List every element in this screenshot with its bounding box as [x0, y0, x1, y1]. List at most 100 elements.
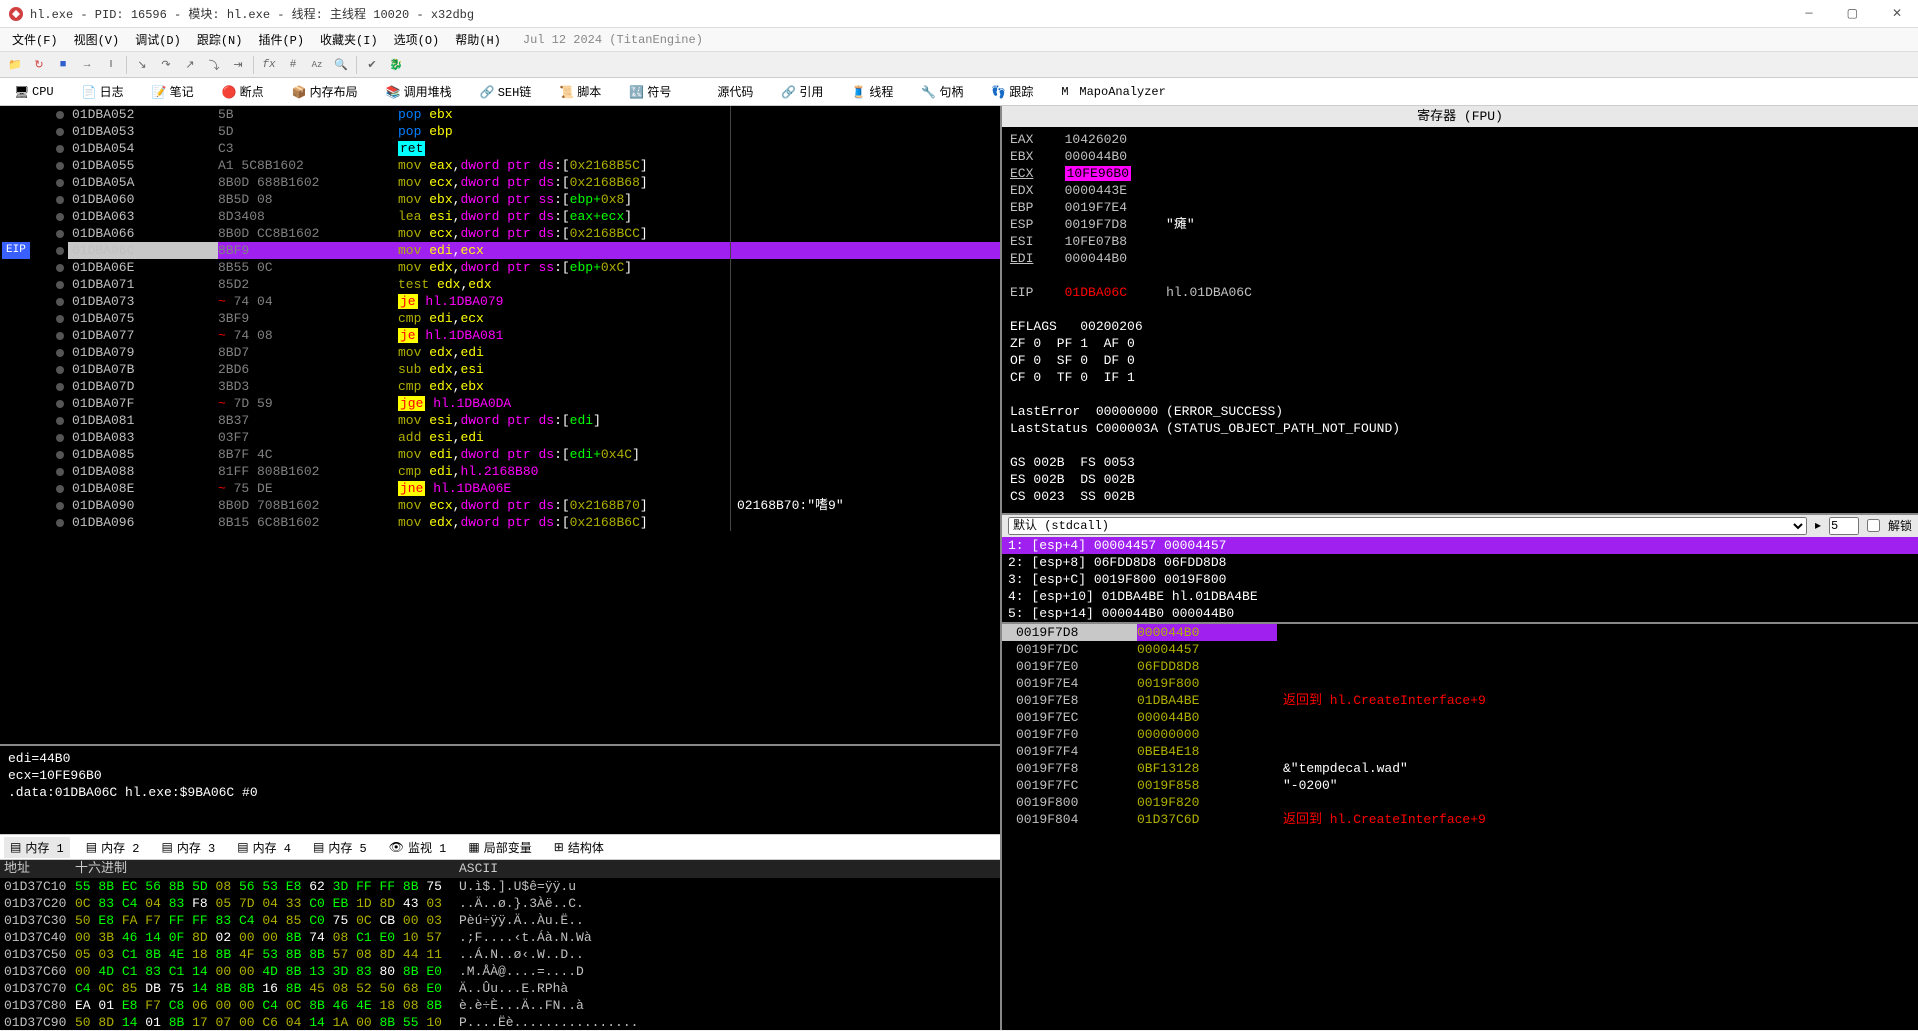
breakpoint-dot[interactable] — [56, 434, 64, 442]
disasm-row[interactable]: 01DBA0638D3408lea esi,dword ptr ds:[eax+… — [0, 208, 1000, 225]
breakpoint-dot[interactable] — [56, 298, 64, 306]
tab-1[interactable]: 📄日志 — [72, 80, 134, 103]
hex-row[interactable]: 01D37C3050 E8 FA F7 FF FF 83 C4 04 85 C0… — [0, 912, 1000, 929]
disasm-row[interactable]: 01DBA07F~ 7D 59jge hl.1DBA0DA — [0, 395, 1000, 412]
registers-panel[interactable]: 寄存器 (FPU) EAX 10426020EBX 000044B0ECX 10… — [1002, 106, 1918, 513]
register-row[interactable]: EDI 000044B0 — [1010, 250, 1910, 267]
stop-icon[interactable]: ■ — [52, 54, 74, 76]
arg-row[interactable]: 2: [esp+8] 06FDD8D8 06FDD8D8 — [1002, 554, 1918, 571]
disasm-row[interactable]: 01DBA054C3ret — [0, 140, 1000, 157]
hex-row[interactable]: 01D37C70C4 0C 85 DB 75 14 8B 8B 16 8B 45… — [0, 980, 1000, 997]
breakpoint-dot[interactable] — [56, 451, 64, 459]
menu-文件(F)[interactable]: 文件(F) — [6, 29, 64, 50]
menu-插件(P)[interactable]: 插件(P) — [252, 29, 310, 50]
disasm-row[interactable]: 01DBA07185D2test edx,edx — [0, 276, 1000, 293]
settings-icon[interactable]: ✔ — [361, 54, 383, 76]
arg-row[interactable]: 5: [esp+14] 000044B0 000044B0 — [1002, 605, 1918, 622]
breakpoint-dot[interactable] — [56, 349, 64, 357]
disasm-row[interactable]: 01DBA0668B0D CC8B1602mov ecx,dword ptr d… — [0, 225, 1000, 242]
step-icon[interactable]: ⤵ — [203, 54, 225, 76]
open-icon[interactable]: 📁 — [4, 54, 26, 76]
hex-dump[interactable]: 地址 十六进制 ASCII 01D37C1055 8B EC 56 8B 5D … — [0, 860, 1000, 1030]
menu-选项(O)[interactable]: 选项(O) — [388, 29, 446, 50]
disasm-row[interactable]: 01DBA0535Dpop ebp — [0, 123, 1000, 140]
stack-row[interactable]: 0019F7E801DBA4BE返回到 hl.CreateInterface+9 — [1002, 692, 1918, 709]
register-row[interactable]: EAX 10426020 — [1010, 131, 1910, 148]
tab-9[interactable]: 源代码 — [689, 80, 763, 103]
hex-row[interactable]: 01D37C9050 8D 14 01 8B 17 07 00 C6 04 14… — [0, 1014, 1000, 1031]
breakpoint-dot[interactable] — [56, 315, 64, 323]
eip-row[interactable]: EIP 01DBA06C hl.01DBA06C — [1010, 284, 1910, 301]
breakpoint-dot[interactable] — [56, 196, 64, 204]
stack-row[interactable]: 0019F7D8000044B0 — [1002, 624, 1918, 641]
mem-tab-4[interactable]: ▤内存 5 — [307, 837, 373, 858]
hash-icon[interactable]: # — [282, 54, 304, 76]
tab-5[interactable]: 📚调用堆栈 — [376, 80, 462, 103]
breakpoint-dot[interactable] — [56, 230, 64, 238]
disasm-row[interactable]: 01DBA0858B7F 4Cmov edi,dword ptr ds:[edi… — [0, 446, 1000, 463]
breakpoint-dot[interactable] — [56, 400, 64, 408]
breakpoint-dot[interactable] — [56, 247, 64, 255]
breakpoint-dot[interactable] — [56, 417, 64, 425]
menu-收藏夹(I)[interactable]: 收藏夹(I) — [314, 29, 384, 50]
tab-7[interactable]: 📜脚本 — [549, 80, 611, 103]
register-row[interactable]: ESP 0019F7D8 "瘫" — [1010, 216, 1910, 233]
disasm-row[interactable]: EIP01DBA06C8BF9mov edi,ecx — [0, 242, 1000, 259]
breakpoint-dot[interactable] — [56, 145, 64, 153]
arg-row[interactable]: 3: [esp+C] 0019F800 0019F800 — [1002, 571, 1918, 588]
mem-tab-7[interactable]: ⊞结构体 — [548, 837, 610, 858]
mem-tab-5[interactable]: 👁监视 1 — [383, 837, 453, 858]
hex-row[interactable]: 01D37C80EA 01 E8 F7 C8 06 00 00 C4 0C 8B… — [0, 997, 1000, 1014]
step-out-icon[interactable]: ↗ — [179, 54, 201, 76]
disasm-row[interactable]: 01DBA0798BD7mov edx,edi — [0, 344, 1000, 361]
run-icon[interactable]: → — [76, 54, 98, 76]
register-row[interactable]: EBX 000044B0 — [1010, 148, 1910, 165]
tab-6[interactable]: 🔗SEH链 — [470, 80, 542, 103]
tab-11[interactable]: 🧵线程 — [841, 80, 903, 103]
disasm-row[interactable]: 01DBA05A8B0D 688B1602mov ecx,dword ptr d… — [0, 174, 1000, 191]
tab-10[interactable]: 🔗引用 — [771, 80, 833, 103]
disasm-row[interactable]: 01DBA055A1 5C8B1602mov eax,dword ptr ds:… — [0, 157, 1000, 174]
hex-row[interactable]: 01D37C6000 4D C1 83 C1 14 00 00 4D 8B 13… — [0, 963, 1000, 980]
hex-row[interactable]: 01D37C200C 83 C4 04 83 F8 05 7D 04 33 C0… — [0, 895, 1000, 912]
disasm-row[interactable]: 01DBA08881FF 808B1602cmp edi,hl.2168B80 — [0, 463, 1000, 480]
maximize-button[interactable]: ▢ — [1839, 4, 1866, 23]
menu-帮助(H)[interactable]: 帮助(H) — [449, 29, 507, 50]
tab-14[interactable]: MMapoAnalyzer — [1051, 82, 1175, 102]
disasm-row[interactable]: 01DBA0818B37mov esi,dword ptr ds:[edi] — [0, 412, 1000, 429]
lock-checkbox[interactable] — [1867, 519, 1880, 532]
hex-row[interactable]: 01D37C4000 3B 46 14 0F 8D 02 00 00 8B 74… — [0, 929, 1000, 946]
pause-icon[interactable]: ‖ — [100, 54, 122, 76]
step-into-icon[interactable]: ↘ — [131, 54, 153, 76]
tab-8[interactable]: 🔣符号 — [619, 80, 681, 103]
tab-3[interactable]: 🔴断点 — [212, 80, 274, 103]
tab-2[interactable]: 📝笔记 — [142, 80, 204, 103]
breakpoint-dot[interactable] — [56, 366, 64, 374]
mem-tab-6[interactable]: ▦局部变量 — [462, 837, 537, 858]
tab-12[interactable]: 🔧句柄 — [911, 80, 973, 103]
disasm-row[interactable]: 01DBA08303F7add esi,edi — [0, 429, 1000, 446]
breakpoint-dot[interactable] — [56, 468, 64, 476]
menu-视图(V)[interactable]: 视图(V) — [68, 29, 126, 50]
restart-icon[interactable]: ↻ — [28, 54, 50, 76]
stack-row[interactable]: 0019F7EC000044B0 — [1002, 709, 1918, 726]
breakpoint-dot[interactable] — [56, 213, 64, 221]
register-row[interactable]: ECX 10FE96B0 — [1010, 165, 1910, 182]
tab-4[interactable]: 📦内存布局 — [282, 80, 368, 103]
disasm-row[interactable]: 01DBA07D3BD3cmp edx,ebx — [0, 378, 1000, 395]
breakpoint-dot[interactable] — [56, 162, 64, 170]
args-count-input[interactable] — [1829, 517, 1859, 535]
breakpoint-dot[interactable] — [56, 179, 64, 187]
menu-调试(D)[interactable]: 调试(D) — [129, 29, 187, 50]
close-button[interactable]: ✕ — [1884, 4, 1910, 23]
disasm-row[interactable]: 01DBA0908B0D 708B1602mov ecx,dword ptr d… — [0, 497, 1000, 514]
register-row[interactable]: EBP 0019F7E4 — [1010, 199, 1910, 216]
mem-tab-3[interactable]: ▤内存 4 — [231, 837, 297, 858]
stack-row[interactable]: 0019F8000019F820 — [1002, 794, 1918, 811]
breakpoint-dot[interactable] — [56, 111, 64, 119]
breakpoint-dot[interactable] — [56, 502, 64, 510]
disasm-row[interactable]: 01DBA0753BF9cmp edi,ecx — [0, 310, 1000, 327]
stack-row[interactable]: 0019F7E006FDD8D8 — [1002, 658, 1918, 675]
arg-row[interactable]: 1: [esp+4] 00004457 00004457 — [1002, 537, 1918, 554]
breakpoint-dot[interactable] — [56, 281, 64, 289]
